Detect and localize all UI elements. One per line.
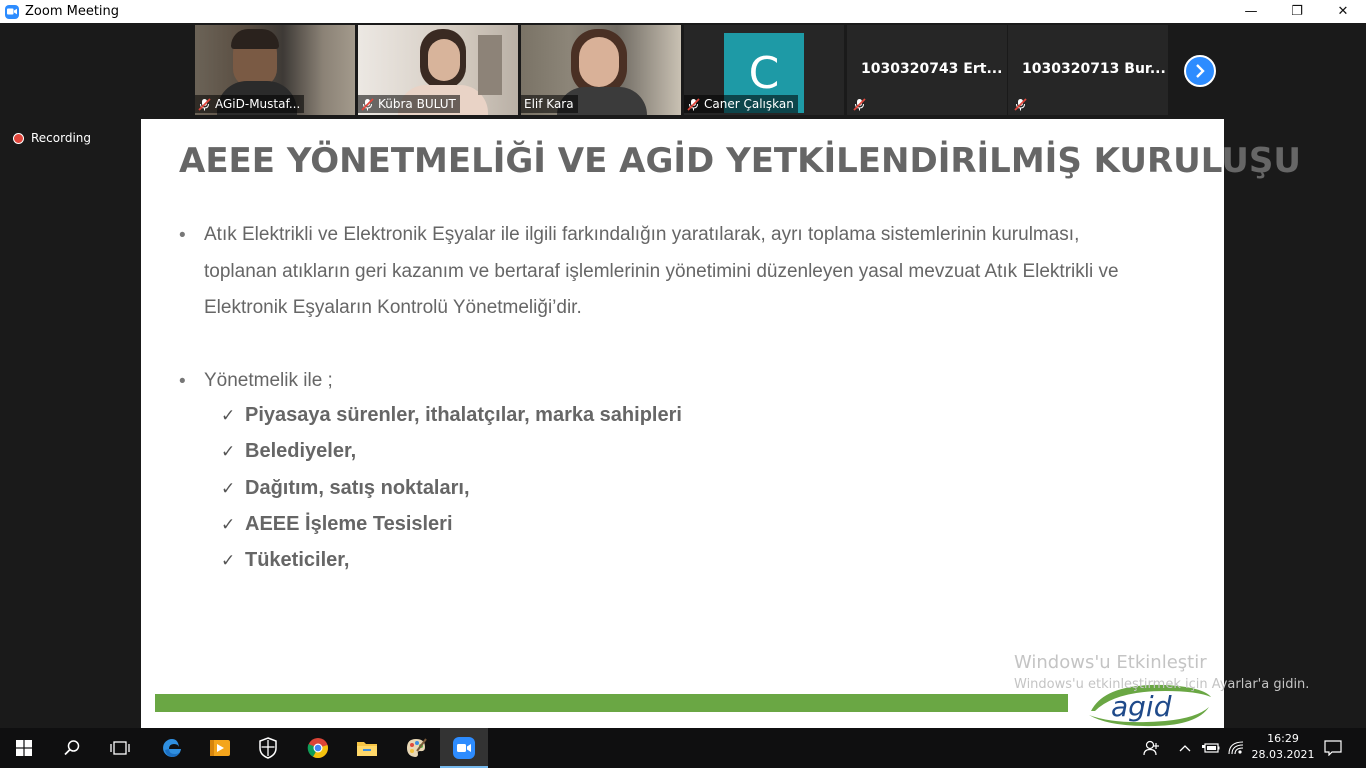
paint-palette-icon [407,738,427,757]
clock-time: 16:29 [1267,732,1299,745]
shared-screen-slide: AEEE YÖNETMELİĞİ VE AGİD YETKİLENDİRİLMİ… [141,119,1301,728]
bullet-line: Elektronik Eşyaların Kontrolü Yönetmeliğ… [204,297,582,318]
taskbar-app-media-player[interactable] [196,728,244,768]
taskbar-clock[interactable]: 16:29 28.03.2021 [1248,731,1318,763]
checklist-text: AEEE İşleme Tesisleri [245,513,453,535]
wifi-icon [1228,741,1244,755]
minimize-button[interactable]: — [1228,0,1274,23]
bullet-line: Yönetmelik ile ; [204,370,333,391]
windows-logo-icon [16,740,32,756]
participant-tile-active-speaker[interactable]: Elif Kara [521,25,681,115]
bullet-paragraph: Atık Elektrikli ve Elektronik Eşyalar il… [204,217,1204,327]
participant-namebar: Kübra BULUT [358,95,460,113]
media-player-icon [210,740,230,756]
participant-namebar: AGiD-Mustaf... [195,95,305,113]
checklist-text: Tüketiciler, [245,549,350,571]
chrome-browser-icon [307,738,328,759]
participant-namebar: Caner Çalışkan [684,95,798,113]
tray-show-hidden-icons[interactable] [1176,728,1194,768]
bullet-icon: • [179,371,186,392]
activation-watermark-subtitle: Windows'u etkinleştirmek için Ayarlar'a … [1014,677,1310,692]
maximize-button[interactable]: ❐ [1274,0,1320,23]
window-title-bar: Zoom Meeting — ❐ ✕ [0,0,1366,23]
taskbar-app-chrome[interactable] [294,728,342,768]
checkmark-icon: ✓ [221,405,236,426]
bullet-line: Atık Elektrikli ve Elektronik Eşyalar il… [204,224,1080,245]
slide-footer-bar [155,694,1068,712]
muted-mic-icon [361,97,374,111]
close-button[interactable]: ✕ [1320,0,1366,23]
battery-icon [1202,743,1220,753]
people-icon [1143,740,1159,756]
participant-tile[interactable]: 1030320713 Bur... [1008,25,1168,115]
checklist-item: ✓ Belediyeler, [221,440,356,463]
record-icon [13,132,24,144]
participant-name: AGiD-Mustaf... [215,97,301,111]
taskbar-app-file-explorer[interactable] [343,728,391,768]
task-view-button[interactable] [96,728,144,768]
shield-icon [259,737,277,759]
tray-network[interactable] [1226,728,1246,768]
checkmark-icon: ✓ [221,478,236,499]
tray-notifications[interactable] [1320,728,1346,768]
tray-people[interactable] [1140,728,1164,768]
activation-watermark-title: Windows'u Etkinleştir [1014,652,1207,673]
taskbar-app-edge[interactable] [148,728,196,768]
participant-namebar: Elif Kara [521,95,578,113]
checkmark-icon: ✓ [221,550,236,571]
search-icon [64,740,80,756]
chevron-right-icon [1196,64,1205,78]
checklist-text: Piyasaya sürenler, ithalatçılar, marka s… [245,404,682,426]
checklist-item: ✓ Tüketiciler, [221,549,350,572]
task-view-icon [110,741,130,755]
clock-date: 28.03.2021 [1251,748,1315,761]
folder-icon [357,742,377,756]
notification-icon [1324,740,1342,756]
chevron-up-icon [1179,745,1191,752]
slide-title: AEEE YÖNETMELİĞİ VE AGİD YETKİLENDİRİLMİ… [179,141,1301,181]
checklist-item: ✓ Dağıtım, satış noktaları, [221,477,470,500]
taskbar-app-zoom[interactable] [440,728,488,768]
window-title: Zoom Meeting [25,4,120,19]
muted-mic-icon [687,97,700,111]
participant-tile[interactable]: C Caner Çalışkan [684,25,844,115]
taskbar-app-paint[interactable] [392,728,440,768]
windows-taskbar: 16:29 28.03.2021 [0,728,1366,768]
muted-mic-icon [1014,98,1027,111]
participant-name: Kübra BULUT [378,97,456,111]
zoom-app-icon [453,737,475,759]
checklist-item: ✓ AEEE İşleme Tesisleri [221,513,453,536]
checklist-text: Belediyeler, [245,440,357,462]
bullet-line: toplanan atıkların geri kazanım ve berta… [204,260,1119,282]
participant-name: 1030320743 Ert... [861,61,1003,77]
participant-tile[interactable]: Kübra BULUT [358,25,518,115]
zoom-app-icon [5,4,19,19]
next-page-button[interactable] [1184,55,1216,87]
svg-text:agid: agid [1111,690,1172,723]
participant-tile[interactable]: AGiD-Mustaf... [195,25,355,115]
checkmark-icon: ✓ [221,514,236,535]
bullet-icon: • [179,225,186,246]
tray-battery[interactable] [1200,728,1222,768]
recording-indicator[interactable]: Recording [13,131,91,145]
bullet-paragraph: Yönetmelik ile ; [204,363,1204,400]
participant-name: 1030320713 Bur... [1022,61,1166,77]
participant-name: Caner Çalışkan [704,97,794,111]
taskbar-app-security[interactable] [244,728,292,768]
muted-mic-icon [853,98,866,111]
start-button[interactable] [0,728,48,768]
participant-gallery: AGiD-Mustaf... Kübra BULUT Elif Kara C C… [0,23,1366,118]
edge-browser-icon [163,739,181,757]
checkmark-icon: ✓ [221,441,236,462]
search-button[interactable] [48,728,96,768]
muted-mic-icon [198,97,211,111]
checklist-item: ✓ Piyasaya sürenler, ithalatçılar, marka… [221,404,682,427]
participant-name: Elif Kara [524,97,574,111]
checklist-text: Dağıtım, satış noktaları, [245,477,470,499]
participant-tile[interactable]: 1030320743 Ert... [847,25,1007,115]
recording-label: Recording [31,131,92,145]
